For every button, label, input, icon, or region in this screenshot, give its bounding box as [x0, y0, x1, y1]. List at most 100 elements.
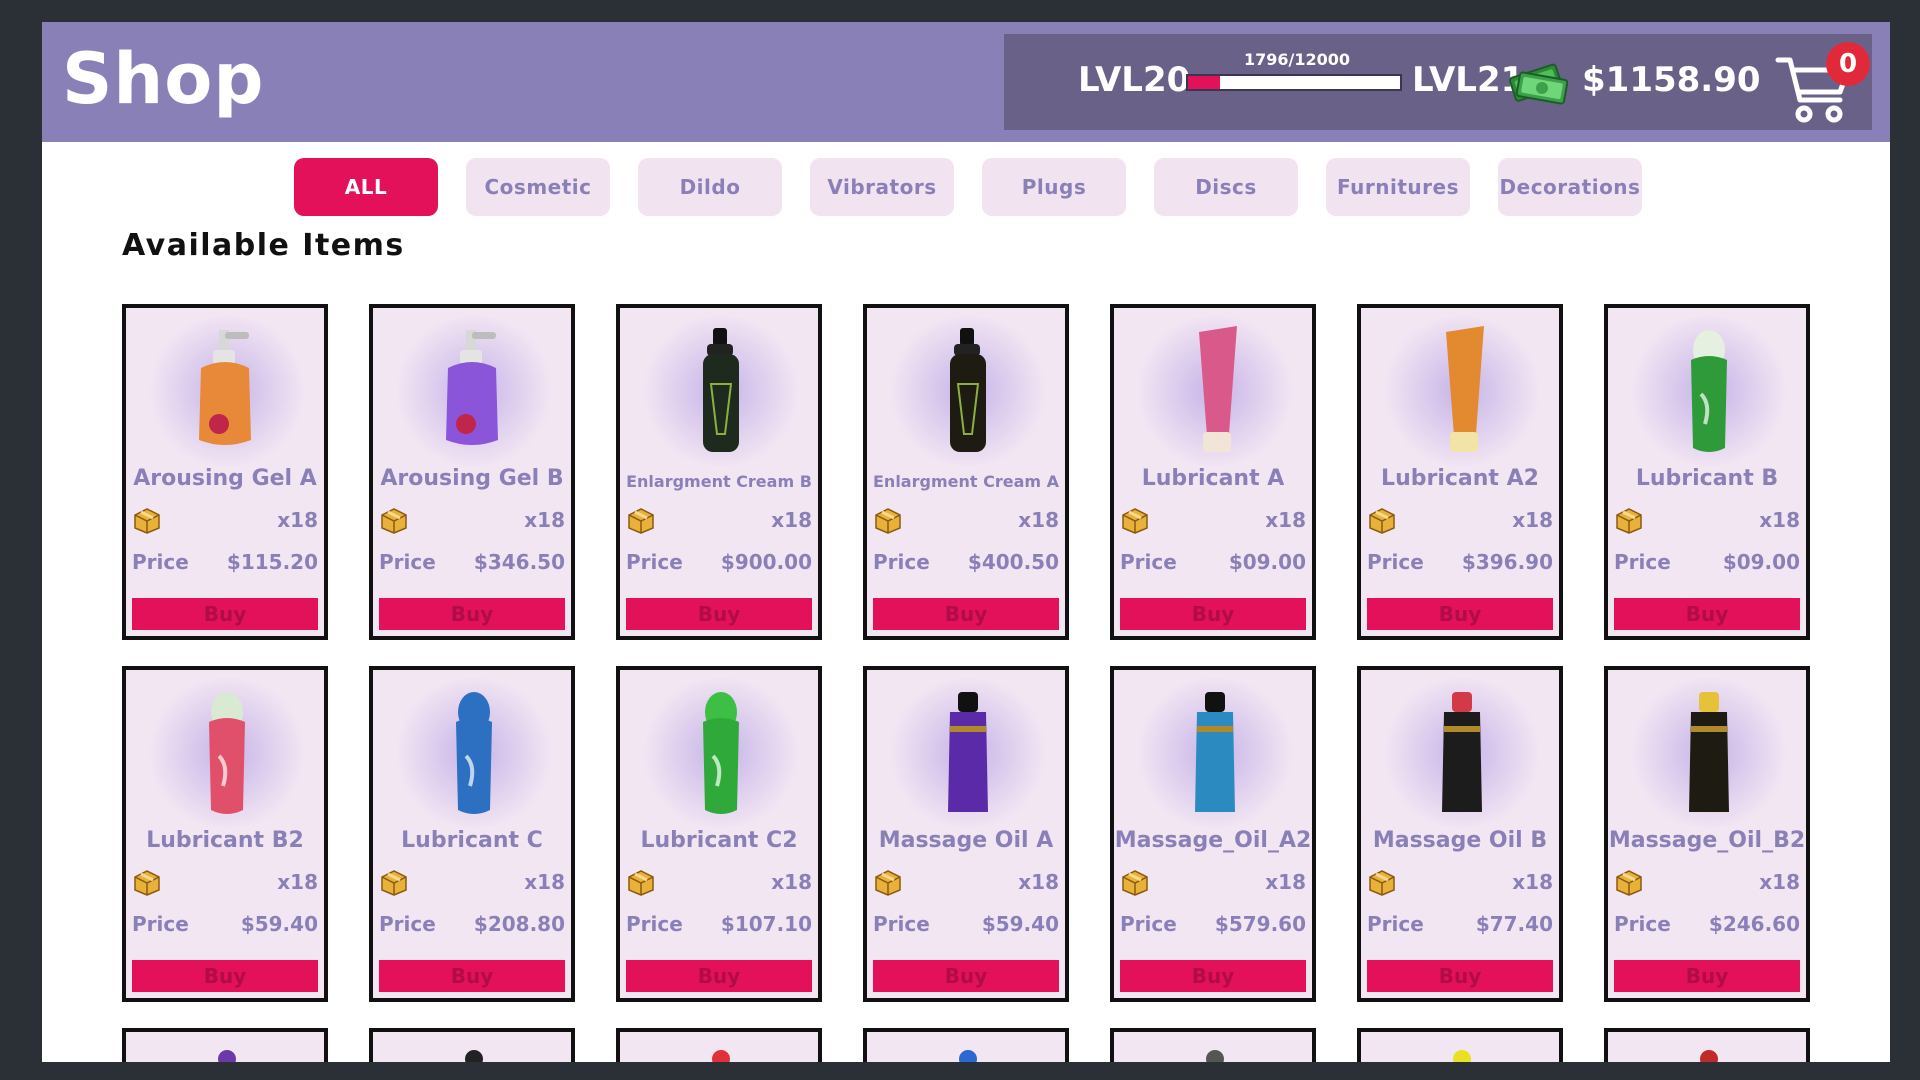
- product-quantity: x18: [771, 508, 812, 532]
- product-price: $579.60: [1214, 912, 1306, 936]
- stock-box-icon: [875, 508, 901, 534]
- product-card-partial: [616, 1028, 822, 1062]
- product-quantity: x18: [1512, 508, 1553, 532]
- stock-box-icon: [628, 508, 654, 534]
- stock-box-icon: [381, 870, 407, 896]
- product-price: $59.40: [981, 912, 1059, 936]
- cart-count-badge: 0: [1826, 42, 1870, 86]
- money-icon: [1509, 63, 1568, 105]
- stock-box-icon: [1122, 508, 1148, 534]
- product-price: $09.00: [1228, 550, 1306, 574]
- price-label: Price: [626, 912, 683, 936]
- item-dark-icon: [1206, 1050, 1224, 1062]
- item-black-icon: [465, 1050, 483, 1062]
- product-quantity: x18: [1759, 870, 1800, 894]
- product-card-lubricant-b: Lubricant B x18 Price $09.00 Buy: [1604, 304, 1810, 640]
- product-quantity: x18: [771, 870, 812, 894]
- buy-button[interactable]: Buy: [873, 960, 1059, 992]
- price-label: Price: [1120, 550, 1177, 574]
- buy-button[interactable]: Buy: [626, 960, 812, 992]
- product-quantity: x18: [524, 508, 565, 532]
- stock-box-icon: [1616, 870, 1642, 896]
- stock-box-icon: [628, 870, 654, 896]
- product-price: $77.40: [1475, 912, 1553, 936]
- xp-progress-bar: [1186, 74, 1402, 91]
- product-price: $246.60: [1708, 912, 1800, 936]
- product-name: Massage_Oil_B2: [1608, 828, 1806, 853]
- buy-button[interactable]: Buy: [132, 598, 318, 630]
- product-name: Lubricant B: [1635, 466, 1779, 491]
- tab-all[interactable]: ALL: [294, 158, 438, 216]
- product-name: Arousing Gel A: [133, 466, 317, 491]
- buy-button[interactable]: Buy: [1367, 598, 1553, 630]
- product-card-massage-oil-b2: Massage_Oil_B2 x18 Price $246.60 Buy: [1604, 666, 1810, 1002]
- product-quantity: x18: [1018, 508, 1059, 532]
- product-card-partial: [863, 1028, 1069, 1062]
- section-title: Available Items: [122, 228, 405, 263]
- buy-button[interactable]: Buy: [379, 598, 565, 630]
- tab-discs[interactable]: Discs: [1154, 158, 1298, 216]
- product-card-arousing-gel-b: Arousing Gel B x18 Price $346.50 Buy: [369, 304, 575, 640]
- product-card-lubricant-b2: Lubricant B2 x18 Price $59.40 Buy: [122, 666, 328, 1002]
- price-label: Price: [1614, 912, 1671, 936]
- product-card-partial: [122, 1028, 328, 1062]
- buy-button[interactable]: Buy: [1614, 598, 1800, 630]
- price-label: Price: [873, 550, 930, 574]
- product-name: Enlargment Cream A: [873, 472, 1059, 491]
- product-card-massage-oil-a: Massage Oil A x18 Price $59.40 Buy: [863, 666, 1069, 1002]
- tab-dildo[interactable]: Dildo: [638, 158, 782, 216]
- product-icon: [209, 692, 245, 814]
- price-label: Price: [873, 912, 930, 936]
- product-card-arousing-gel-a: Arousing Gel A x18 Price $115.20 Buy: [122, 304, 328, 640]
- product-card-massage-oil-a2: Massage_Oil_A2 x18 Price $579.60 Buy: [1110, 666, 1316, 1002]
- product-card-lubricant-a2: Lubricant A2 x18 Price $396.90 Buy: [1357, 304, 1563, 640]
- buy-button[interactable]: Buy: [626, 598, 812, 630]
- product-icon: [446, 330, 498, 445]
- product-name: Massage Oil A: [878, 828, 1054, 853]
- product-quantity: x18: [277, 870, 318, 894]
- buy-button[interactable]: Buy: [379, 960, 565, 992]
- product-price: $396.90: [1461, 550, 1553, 574]
- product-quantity: x18: [277, 508, 318, 532]
- buy-button[interactable]: Buy: [1120, 960, 1306, 992]
- product-icon: [199, 330, 251, 445]
- tab-vibrators[interactable]: Vibrators: [810, 158, 954, 216]
- stock-box-icon: [134, 508, 160, 534]
- item-red-icon: [712, 1050, 730, 1062]
- product-quantity: x18: [1512, 870, 1553, 894]
- product-card-enlargment-cream-a: Enlargment Cream A x18 Price $400.50 Buy: [863, 304, 1069, 640]
- tab-decorations[interactable]: Decorations: [1498, 158, 1642, 216]
- tab-furnitures[interactable]: Furnitures: [1326, 158, 1470, 216]
- buy-button[interactable]: Buy: [873, 598, 1059, 630]
- buy-button[interactable]: Buy: [1367, 960, 1553, 992]
- product-icon: [1691, 330, 1727, 452]
- price-label: Price: [132, 550, 189, 574]
- buy-button[interactable]: Buy: [1614, 960, 1800, 992]
- product-card-partial: [1110, 1028, 1316, 1062]
- tab-plugs[interactable]: Plugs: [982, 158, 1126, 216]
- price-label: Price: [132, 912, 189, 936]
- product-name: Lubricant C: [401, 828, 543, 853]
- product-price: $59.40: [240, 912, 318, 936]
- product-price: $400.50: [967, 550, 1059, 574]
- stock-box-icon: [134, 870, 160, 896]
- buy-button[interactable]: Buy: [132, 960, 318, 992]
- buy-button[interactable]: Buy: [1120, 598, 1306, 630]
- xp-text: 1796/12000: [1244, 50, 1351, 69]
- item-purple-icon: [218, 1050, 236, 1062]
- price-label: Price: [1614, 550, 1671, 574]
- product-icon: [1689, 692, 1729, 812]
- product-quantity: x18: [1759, 508, 1800, 532]
- product-name: Massage_Oil_A2: [1114, 828, 1312, 853]
- product-price: $09.00: [1722, 550, 1800, 574]
- price-label: Price: [1367, 550, 1424, 574]
- product-price: $208.80: [473, 912, 565, 936]
- product-card-enlargment-cream-b: Enlargment Cream B x18 Price $900.00 Buy: [616, 304, 822, 640]
- product-icon: [456, 692, 492, 814]
- product-name: Arousing Gel B: [380, 466, 564, 491]
- product-icon: [948, 692, 988, 812]
- tab-cosmetic[interactable]: Cosmetic: [466, 158, 610, 216]
- product-name: Massage Oil B: [1372, 828, 1548, 853]
- price-label: Price: [1367, 912, 1424, 936]
- product-icon: [950, 328, 986, 452]
